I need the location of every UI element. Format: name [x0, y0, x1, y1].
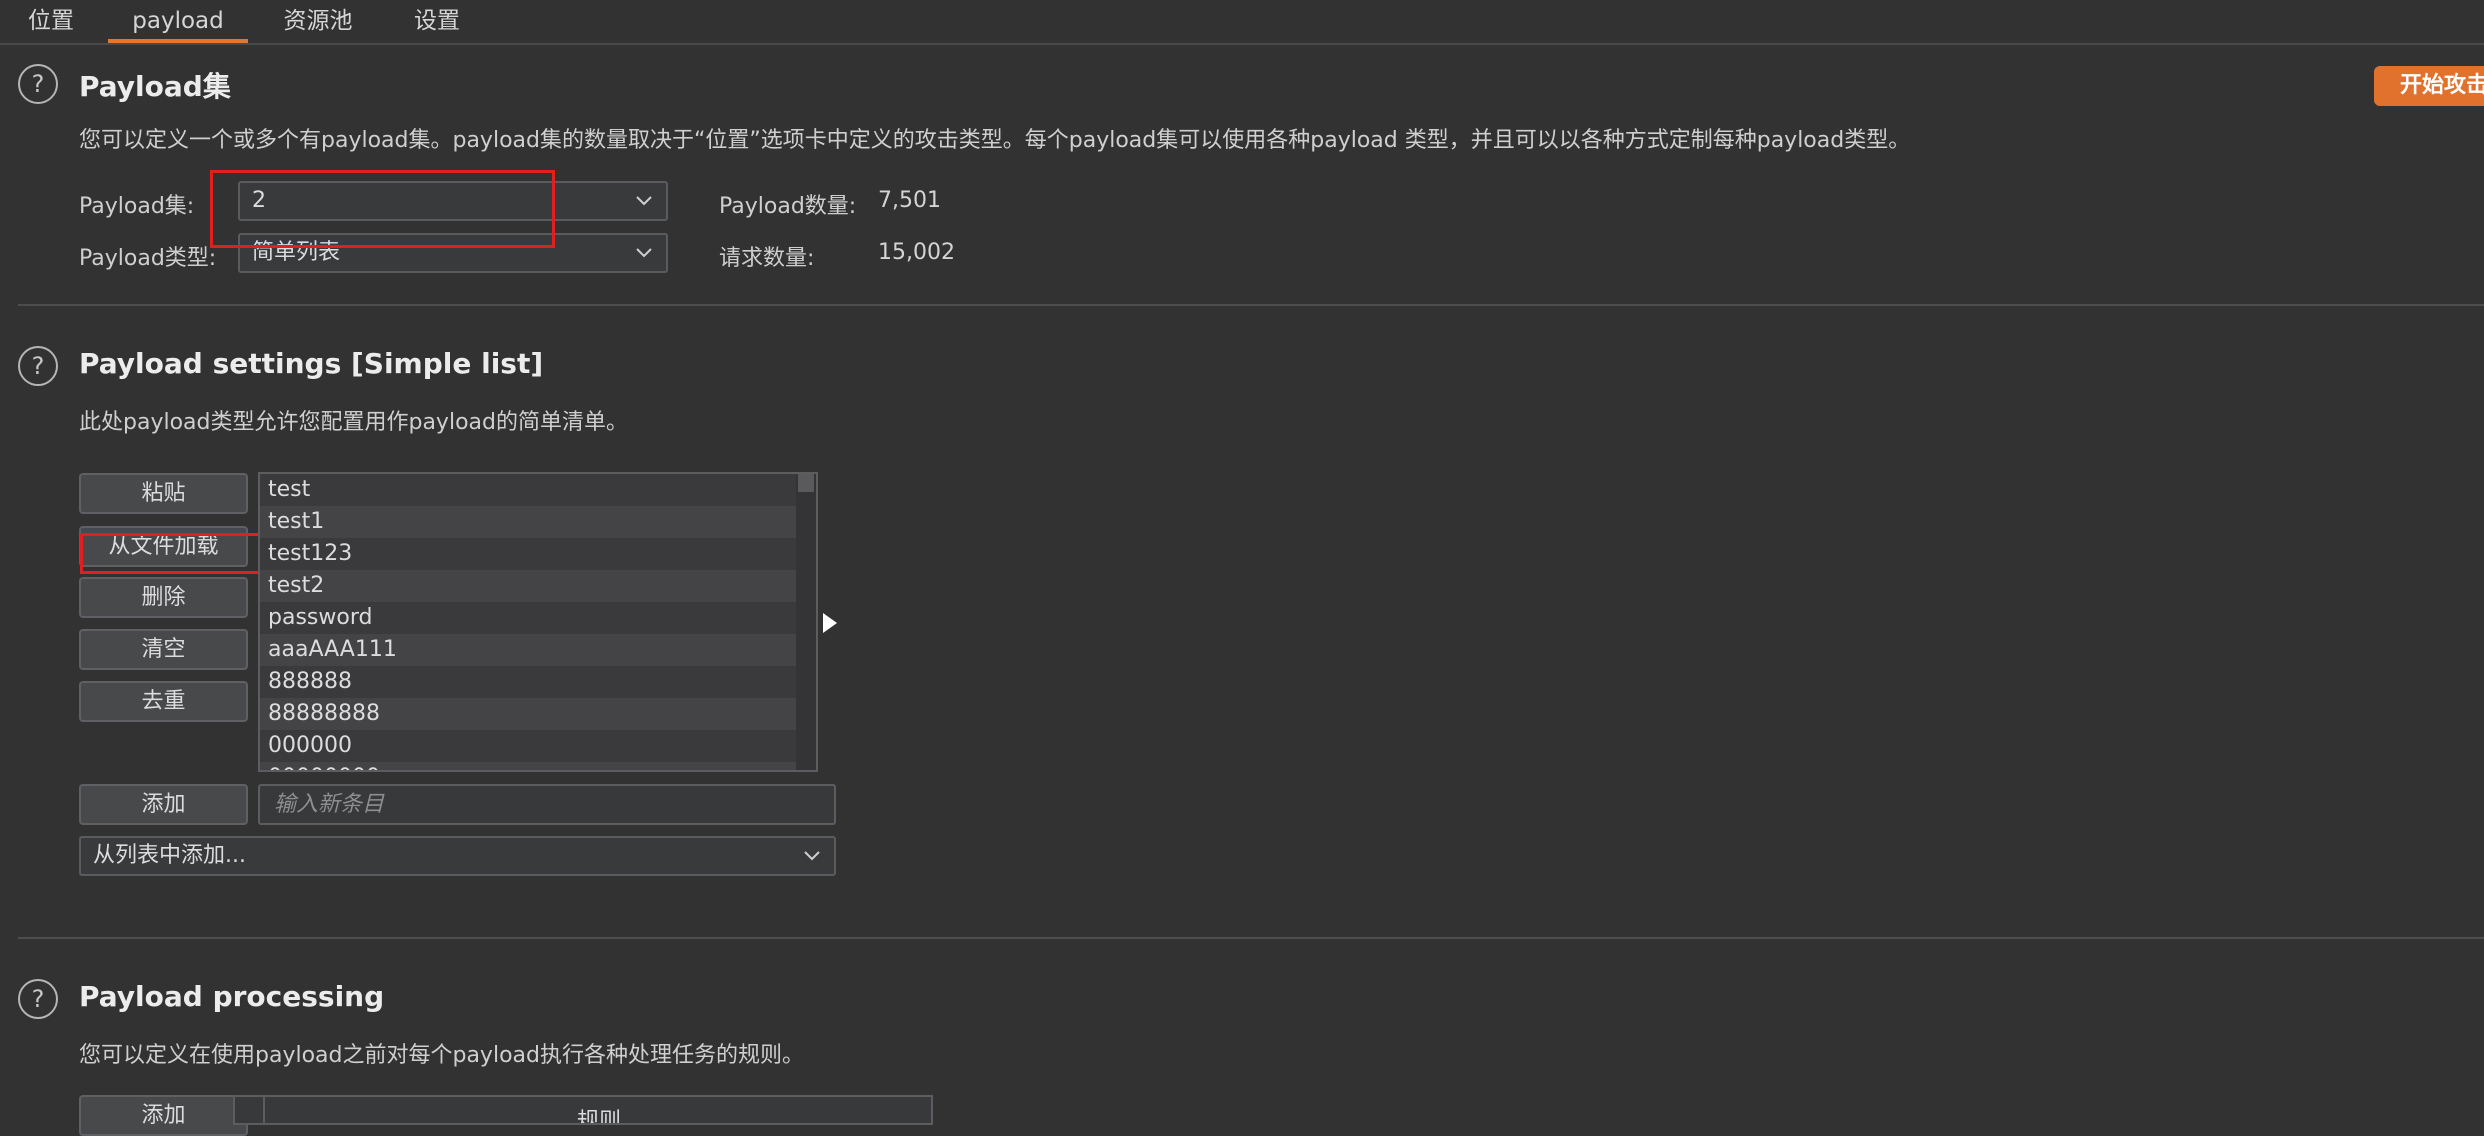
section-title-payload-processing: Payload processing [79, 980, 385, 1013]
list-item[interactable]: 00000000 [260, 762, 798, 770]
payload-type-label: Payload类型: [79, 246, 217, 271]
add-button[interactable]: 添加 [79, 784, 248, 825]
section-title-payload-sets: Payload集 [79, 70, 231, 103]
table-header-rule: 规则 [576, 1109, 621, 1125]
tab-settings[interactable]: 设置 [410, 0, 464, 43]
payload-set-label: Payload集: [79, 194, 195, 219]
section-description: 此处payload类型允许您配置用作payload的简单清单。 [79, 410, 628, 435]
request-count-value: 15,002 [878, 240, 955, 265]
request-count-label: 请求数量: [719, 246, 815, 271]
payload-count-label: Payload数量: [719, 194, 857, 219]
tab-positions[interactable]: 位置 [24, 0, 78, 43]
payload-type-select[interactable]: 简单列表 [238, 233, 668, 273]
list-item[interactable]: 88888888 [260, 698, 798, 730]
payload-type-value: 简单列表 [252, 240, 341, 265]
scrollbar-thumb[interactable] [798, 474, 814, 492]
chevron-down-icon [804, 851, 820, 861]
add-from-list-value: 从列表中添加... [93, 843, 246, 868]
payload-list[interactable]: test test1 test123 test2 password aaaAAA… [258, 472, 818, 772]
payload-count-value: 7,501 [878, 188, 941, 213]
chevron-down-icon [636, 196, 652, 206]
tab-payload[interactable]: payload [108, 0, 248, 43]
section-divider [18, 304, 2484, 306]
tab-resource-pool[interactable]: 资源池 [282, 0, 354, 43]
chevron-down-icon [636, 248, 652, 258]
list-item[interactable]: test123 [260, 538, 798, 570]
payload-set-value: 2 [252, 188, 266, 213]
list-item[interactable]: test2 [260, 570, 798, 602]
payload-list-items: test test1 test123 test2 password aaaAAA… [260, 474, 798, 770]
add-from-list-select[interactable]: 从列表中添加... [79, 836, 836, 876]
list-item[interactable]: test [260, 474, 798, 506]
list-item[interactable]: password [260, 602, 798, 634]
help-icon[interactable]: ? [18, 64, 58, 104]
section-description: 您可以定义一个或多个有payload集。payload集的数量取决于“位置”选项… [79, 128, 1911, 153]
deduplicate-button[interactable]: 去重 [79, 681, 248, 722]
list-item[interactable]: 000000 [260, 730, 798, 762]
list-item[interactable]: 888888 [260, 666, 798, 698]
paste-button[interactable]: 粘贴 [79, 473, 248, 514]
help-icon[interactable]: ? [18, 346, 58, 386]
start-attack-button[interactable]: 开始攻击 [2374, 66, 2484, 106]
section-divider [18, 937, 2484, 939]
load-from-file-button[interactable]: 从文件加载 [79, 526, 248, 567]
help-icon[interactable]: ? [18, 979, 58, 1019]
clear-button[interactable]: 清空 [79, 629, 248, 670]
list-item[interactable]: test1 [260, 506, 798, 538]
section-title-payload-settings: Payload settings [Simple list] [79, 347, 544, 380]
section-description: 您可以定义在使用payload之前对每个payload执行各种处理任务的规则。 [79, 1043, 804, 1068]
new-item-input[interactable] [258, 784, 836, 825]
remove-button[interactable]: 删除 [79, 577, 248, 618]
payload-set-select[interactable]: 2 [238, 181, 668, 221]
list-item[interactable]: aaaAAA111 [260, 634, 798, 666]
expand-arrow-icon[interactable] [821, 612, 839, 634]
processing-rules-table[interactable]: 规则 [233, 1095, 933, 1125]
add-rule-button[interactable]: 添加 [79, 1095, 248, 1136]
vertical-scrollbar[interactable] [796, 474, 816, 770]
tab-bar: 位置 payload 资源池 设置 [0, 0, 2484, 45]
